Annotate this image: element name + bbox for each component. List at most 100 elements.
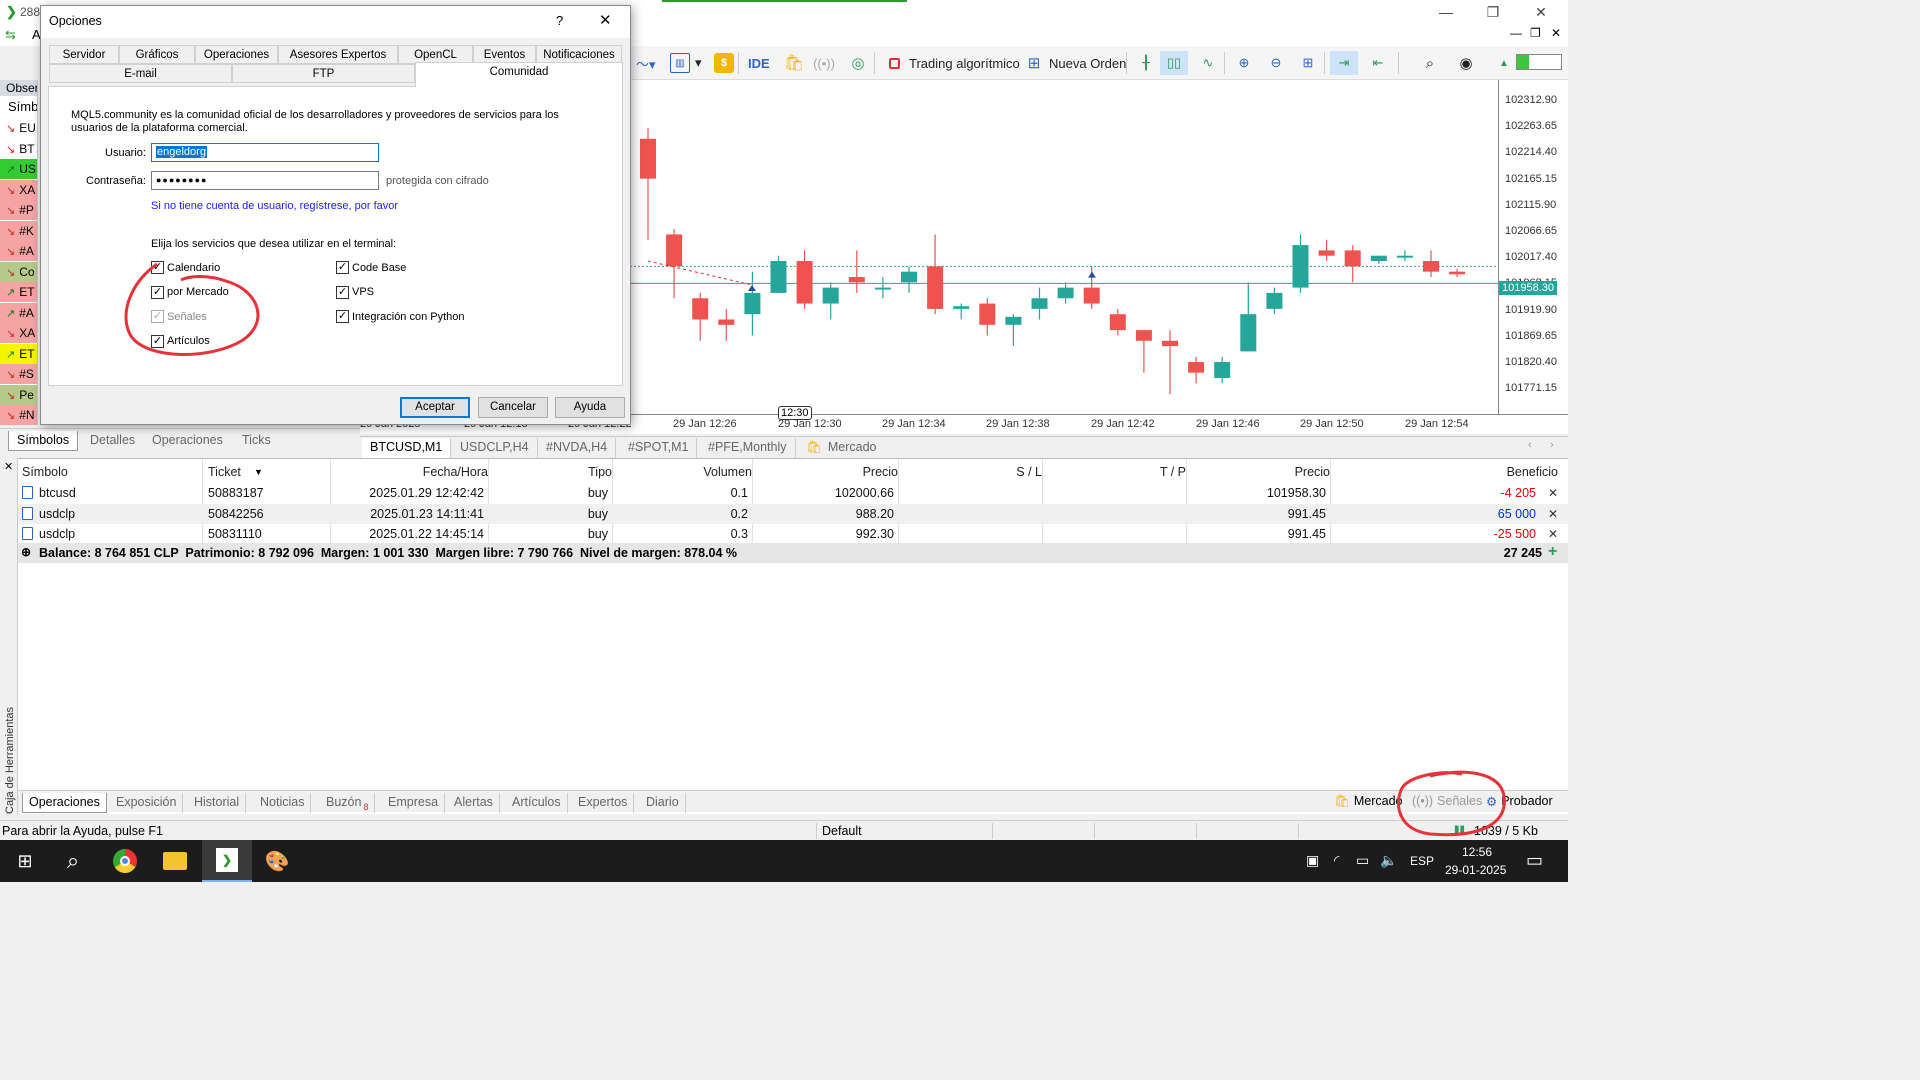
zoom-out-button[interactable]: ⊖ xyxy=(1262,51,1290,75)
candle-body[interactable] xyxy=(979,303,996,325)
table-row[interactable]: usdclp 50842256 2025.01.23 14:11:41 buy 0.2 9… xyxy=(18,503,1568,524)
close-position-icon[interactable]: ✕ xyxy=(1548,486,1558,500)
candles-canvas[interactable] xyxy=(630,80,1498,414)
column-header[interactable]: Símbolo xyxy=(22,465,68,479)
zoom-in-button[interactable]: ⊕ xyxy=(1230,51,1258,75)
market-watch-row[interactable]: ↘ #K xyxy=(0,220,37,241)
wifi-icon[interactable]: ◜ xyxy=(1334,852,1339,869)
market-watch-row[interactable]: ↘ #A xyxy=(0,241,37,261)
line-chart-button[interactable]: ∿ xyxy=(1194,51,1222,75)
cancel-button[interactable]: Cancelar xyxy=(478,397,548,418)
toolbox-tab[interactable]: Artículos xyxy=(506,793,568,813)
expand-icon[interactable]: ⊕ xyxy=(21,545,31,559)
options-tab[interactable]: Gráficos xyxy=(119,45,195,64)
candle-body[interactable] xyxy=(1266,292,1283,309)
candle-body[interactable] xyxy=(1292,245,1309,288)
candle-body[interactable] xyxy=(1396,255,1413,258)
close-position-icon[interactable]: ✕ xyxy=(1548,527,1558,541)
candle-body[interactable] xyxy=(953,306,970,309)
chart-tab[interactable]: #PFE,Monthly xyxy=(700,438,796,458)
chart-shift-button[interactable]: ⇤ xyxy=(1364,51,1392,75)
search-taskbar-button[interactable]: ⌕ xyxy=(48,840,98,882)
toolbox-tab[interactable]: Alertas xyxy=(448,793,500,813)
toolbox-vertical-tab[interactable]: Caja de Herramientas xyxy=(0,458,18,814)
file-explorer-button[interactable] xyxy=(150,840,200,882)
market-watch-row[interactable]: ↘ #P xyxy=(0,200,37,220)
candle-body[interactable] xyxy=(1188,362,1205,373)
help-button[interactable]: Ayuda xyxy=(555,397,625,418)
close-position-icon[interactable]: ✕ xyxy=(1548,507,1558,521)
candle-body[interactable] xyxy=(927,266,944,309)
market-watch-row[interactable]: ↘ #N xyxy=(0,405,37,425)
search-button[interactable]: ⌕ xyxy=(1416,51,1444,75)
market-watch-row[interactable]: ↘ Co xyxy=(0,261,37,282)
candle-body[interactable] xyxy=(744,292,761,315)
user-input[interactable]: engeldorg xyxy=(151,143,379,162)
close-window-icon[interactable]: ✕ xyxy=(1518,0,1564,24)
candle-body[interactable] xyxy=(1109,314,1126,331)
service-checkbox[interactable]: ✓ Integración con Python xyxy=(336,310,465,323)
column-header[interactable]: T / P xyxy=(1042,465,1186,479)
volume-icon[interactable]: 🔈 xyxy=(1380,852,1397,869)
toolbox-tab[interactable]: Diario xyxy=(640,793,686,813)
register-link[interactable]: Si no tiene cuenta de usuario, regístres… xyxy=(151,200,398,212)
chrome-button[interactable] xyxy=(100,840,150,882)
options-tab[interactable]: Servidor xyxy=(49,45,119,64)
candle-chart-button[interactable]: ▯▯ xyxy=(1160,51,1188,75)
notifications-icon[interactable]: ▭ xyxy=(1526,850,1543,871)
autoscroll-button[interactable]: ⇥ xyxy=(1330,51,1358,75)
toolbox-tab[interactable]: Buzón 8 xyxy=(320,793,376,813)
close-toolbox-icon[interactable]: ✕ xyxy=(4,460,13,473)
options-tab[interactable]: Comunidad xyxy=(415,62,623,87)
candle-body[interactable] xyxy=(1162,340,1178,347)
candle-body[interactable] xyxy=(1005,316,1022,325)
column-header[interactable]: Ticket xyxy=(208,465,241,479)
market-watch-row[interactable]: ↗ US xyxy=(0,159,37,179)
mdi-restore-icon[interactable]: ❐ xyxy=(1530,26,1541,40)
candle-body[interactable] xyxy=(770,261,787,293)
paint-button[interactable]: 🎨 xyxy=(252,840,302,882)
table-row[interactable]: btcusd 50883187 2025.01.29 12:42:42 buy 0.1 1… xyxy=(18,483,1568,503)
add-icon[interactable]: + xyxy=(1548,543,1557,561)
chart-tab[interactable]: 🛍 Mercado xyxy=(798,438,885,458)
column-header[interactable]: Precio xyxy=(752,465,898,479)
clock-time[interactable]: 12:56 xyxy=(1462,845,1492,859)
candle-body[interactable] xyxy=(1318,250,1335,256)
account-button[interactable]: ◉ xyxy=(1452,51,1480,75)
scroll-left-icon[interactable]: ‹ xyxy=(1528,439,1532,451)
candle-body[interactable] xyxy=(1057,287,1074,299)
toolbox-tab[interactable]: Exposición xyxy=(110,793,184,813)
dollar-button[interactable]: $ xyxy=(710,51,738,75)
tray-icon[interactable]: ▣ xyxy=(1306,852,1319,869)
column-header[interactable]: Fecha/Hora xyxy=(336,465,488,479)
market-watch-row[interactable]: ↘ BT xyxy=(0,138,37,159)
table-row[interactable]: usdclp 50831110 2025.01.22 14:45:14 buy 0.3 9… xyxy=(18,524,1568,544)
candle-body[interactable] xyxy=(796,261,813,304)
minimize-icon[interactable]: — xyxy=(1423,0,1469,24)
start-button[interactable]: ⊞ xyxy=(0,840,50,882)
options-tab[interactable]: E-mail xyxy=(49,64,232,83)
candle-body[interactable] xyxy=(1344,250,1361,267)
candle-body[interactable] xyxy=(848,276,865,283)
chart-tab[interactable]: #SPOT,M1 xyxy=(620,438,698,458)
toolbox-tab[interactable]: Historial xyxy=(188,793,247,813)
algo-trading-button[interactable]: Trading algorítmico xyxy=(880,51,1024,75)
market-bag-button[interactable]: 🛍 xyxy=(780,51,808,75)
market-watch-row[interactable]: ↗ ET xyxy=(0,343,37,364)
metatrader-taskbar-button[interactable]: ❯ xyxy=(202,840,252,882)
battery-icon[interactable]: ▭ xyxy=(1356,852,1369,869)
chart-type-dropdown[interactable]: 〜▾ xyxy=(632,51,660,75)
tab-0[interactable]: Símbolos xyxy=(8,431,79,451)
options-tab[interactable]: Asesores Expertos xyxy=(278,45,398,64)
mdi-minimize-icon[interactable]: — xyxy=(1510,26,1522,40)
level-button[interactable]: ▲ xyxy=(1490,51,1518,75)
chart-tab[interactable]: BTCUSD,M1 xyxy=(362,438,452,458)
candle-body[interactable] xyxy=(1031,298,1048,309)
vps-button[interactable]: ◎ xyxy=(844,51,872,75)
mdi-close-icon[interactable]: ✕ xyxy=(1551,26,1561,40)
candle-body[interactable] xyxy=(1449,271,1466,275)
templates-dropdown[interactable]: ▥ ▾ xyxy=(666,51,706,75)
chart-tab[interactable]: #NVDA,H4 xyxy=(538,438,617,458)
candle-body[interactable] xyxy=(718,319,735,325)
column-header[interactable]: Volumen xyxy=(612,465,752,479)
